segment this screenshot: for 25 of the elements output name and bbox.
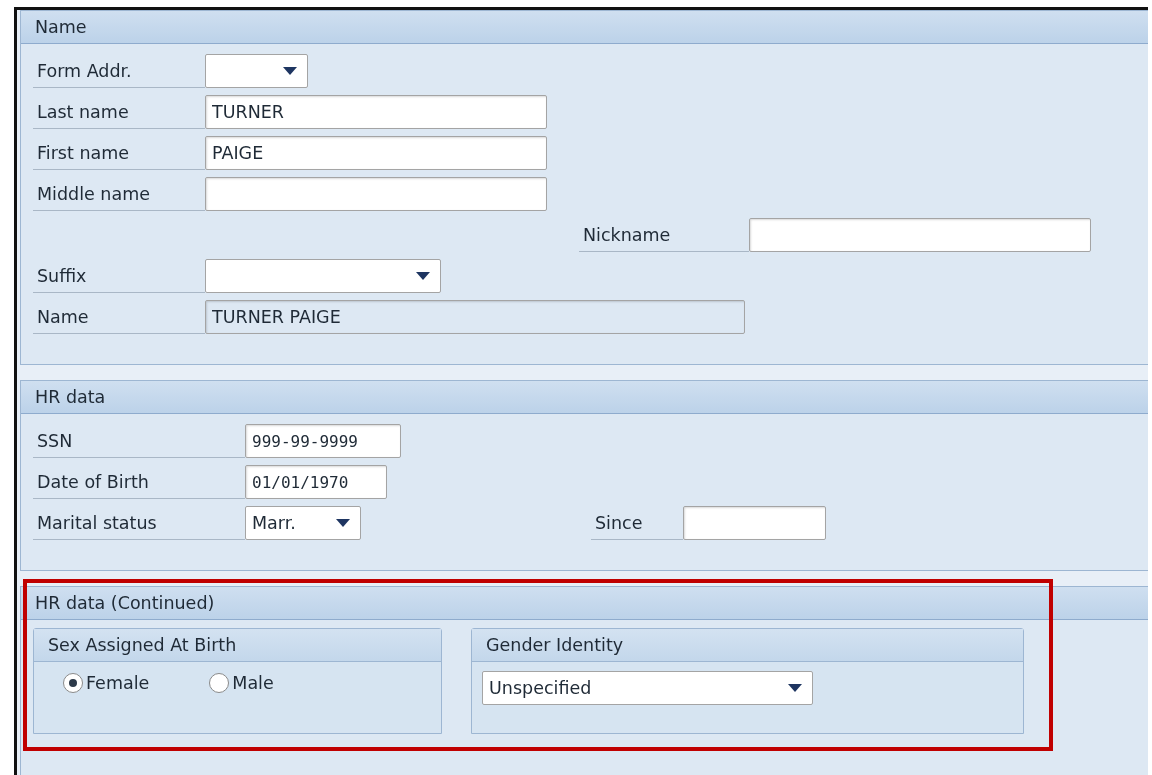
- text-field[interactable]: PAIGE: [205, 136, 547, 170]
- text-field[interactable]: [205, 177, 547, 211]
- section-title: HR data (Continued): [21, 587, 1148, 620]
- text-field[interactable]: [683, 506, 826, 540]
- radio-option[interactable]: Female: [63, 673, 150, 693]
- dropdown-field[interactable]: [205, 259, 441, 293]
- text-field[interactable]: TURNER: [205, 95, 547, 129]
- dropdown-field[interactable]: [205, 54, 308, 88]
- text-field[interactable]: 999-99-9999: [245, 424, 401, 458]
- dropdown-field[interactable]: Marr.: [245, 506, 361, 540]
- text-field[interactable]: 01/01/1970: [245, 465, 387, 499]
- dropdown-field[interactable]: Unspecified: [482, 671, 813, 705]
- caret-icon: [416, 272, 430, 280]
- group-title: Sex Assigned At Birth: [34, 629, 441, 662]
- text-field[interactable]: [749, 218, 1091, 252]
- section-title: Name: [21, 11, 1148, 44]
- caret-icon: [336, 519, 350, 527]
- section-title: HR data: [21, 381, 1148, 414]
- radio-icon[interactable]: [209, 673, 230, 693]
- radio-option[interactable]: Male: [209, 673, 274, 693]
- readonly-field[interactable]: TURNER PAIGE: [205, 300, 745, 334]
- group-title: Gender Identity: [472, 629, 1023, 662]
- caret-icon: [788, 684, 802, 692]
- caret-icon: [283, 67, 297, 75]
- radio-icon[interactable]: [63, 673, 83, 693]
